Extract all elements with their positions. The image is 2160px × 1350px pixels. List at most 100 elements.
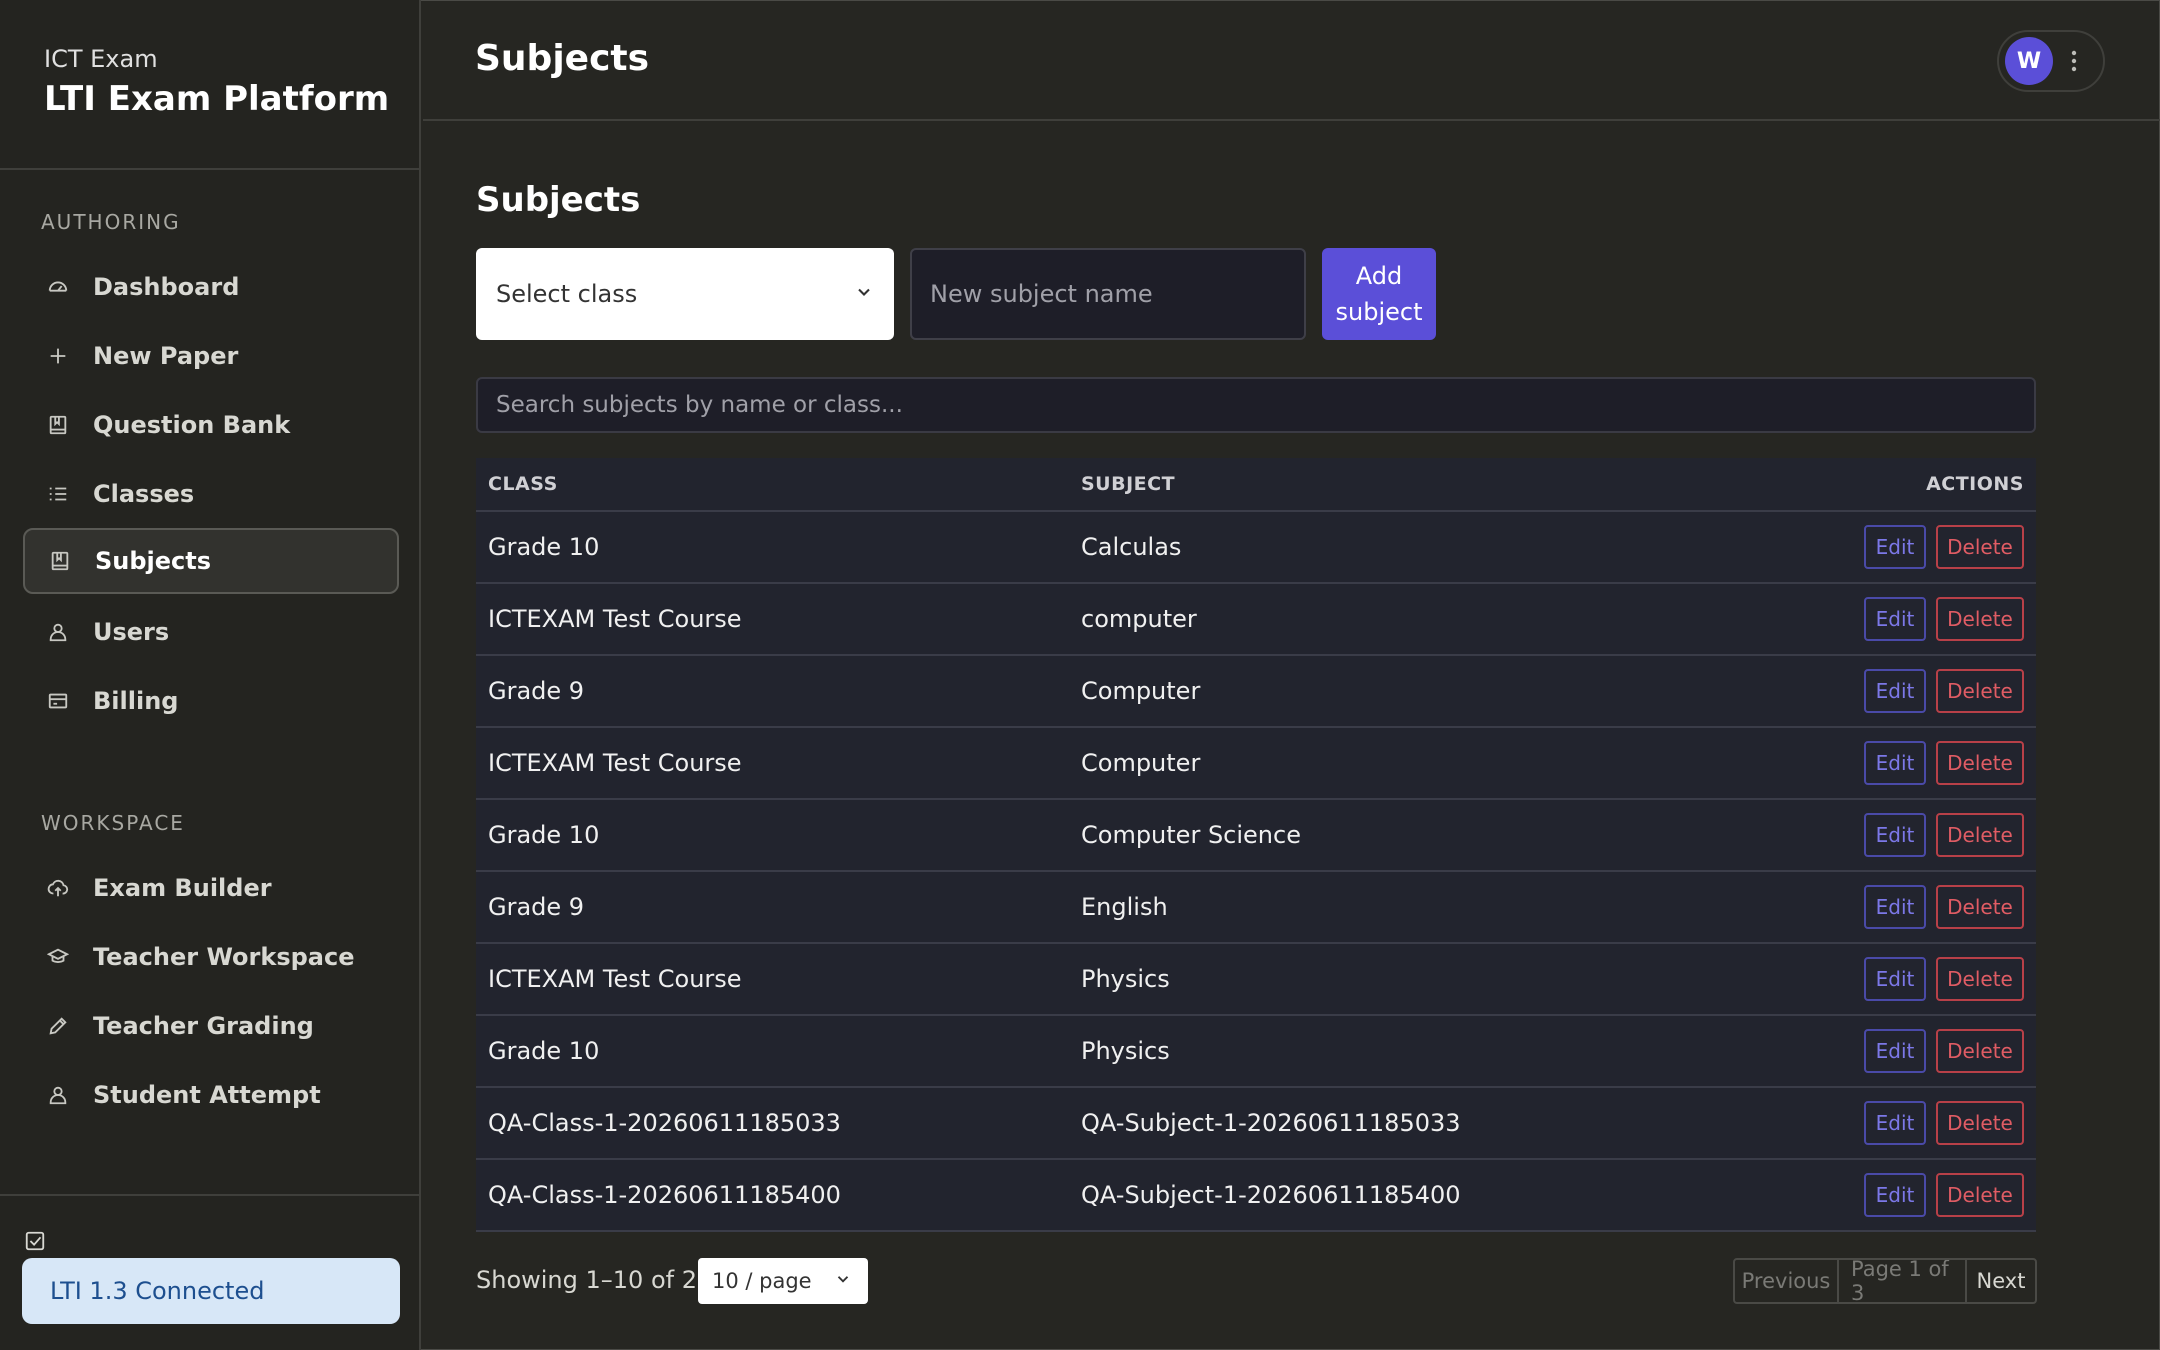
book-icon: [47, 414, 69, 436]
user-menu[interactable]: W: [1997, 30, 2105, 92]
sidebar-item-classes[interactable]: Classes: [23, 461, 399, 527]
more-vertical-icon[interactable]: [2063, 46, 2085, 76]
delete-button[interactable]: Delete: [1936, 957, 2024, 1001]
sidebar-item-exam-builder[interactable]: Exam Builder: [23, 855, 399, 921]
cell-actions: Edit Delete: [1864, 872, 2024, 942]
delete-button[interactable]: Delete: [1936, 1101, 2024, 1145]
delete-button[interactable]: Delete: [1936, 669, 2024, 713]
class-select[interactable]: Select class: [476, 248, 894, 340]
cell-class: QA-Class-1-20260611185400: [488, 1181, 841, 1209]
cell-subject: Physics: [1081, 965, 1170, 993]
sidebar-item-label: New Paper: [93, 342, 239, 370]
table-row: ICTEXAM Test Course computer Edit Delete: [476, 584, 2036, 656]
top-header: Subjects W: [423, 0, 2160, 121]
cell-subject: Computer: [1081, 677, 1201, 705]
page-size-select[interactable]: 10 / page: [698, 1258, 868, 1304]
sidebar-item-dashboard[interactable]: Dashboard: [23, 254, 399, 320]
cell-class: Grade 10: [488, 1037, 600, 1065]
edit-button[interactable]: Edit: [1864, 597, 1926, 641]
edit-button[interactable]: Edit: [1864, 525, 1926, 569]
table-row: QA-Class-1-20260611185033 QA-Subject-1-20…: [476, 1088, 2036, 1160]
cell-actions: Edit Delete: [1864, 584, 2024, 654]
delete-button[interactable]: Delete: [1936, 525, 2024, 569]
plus-icon: [47, 345, 69, 367]
sidebar-item-label: Classes: [93, 480, 195, 508]
sidebar-item-teacher-workspace[interactable]: Teacher Workspace: [23, 924, 399, 990]
delete-button[interactable]: Delete: [1936, 1173, 2024, 1217]
page-indicator: Page 1 of 3: [1839, 1260, 1967, 1302]
sidebar-item-label: Exam Builder: [93, 874, 272, 902]
section-label-authoring: AUTHORING: [41, 210, 181, 234]
next-page-button[interactable]: Next: [1967, 1260, 2035, 1302]
table-row: ICTEXAM Test Course Computer Edit Delete: [476, 728, 2036, 800]
pencil-icon: [47, 1015, 69, 1037]
column-header-class[interactable]: CLASS: [488, 473, 558, 495]
avatar[interactable]: W: [2005, 37, 2053, 85]
delete-button[interactable]: Delete: [1936, 885, 2024, 929]
delete-button[interactable]: Delete: [1936, 597, 2024, 641]
new-subject-input[interactable]: [910, 248, 1306, 340]
page-size-value: 10 / page: [712, 1269, 812, 1293]
sidebar-item-users[interactable]: Users: [23, 599, 399, 665]
cell-actions: Edit Delete: [1864, 1016, 2024, 1086]
edit-button[interactable]: Edit: [1864, 1101, 1926, 1145]
sidebar-item-label: Billing: [93, 687, 179, 715]
cell-subject: English: [1081, 893, 1168, 921]
delete-button[interactable]: Delete: [1936, 813, 2024, 857]
book-icon: [49, 550, 71, 572]
edit-button[interactable]: Edit: [1864, 885, 1926, 929]
column-header-subject[interactable]: SUBJECT: [1081, 473, 1175, 495]
sidebar-item-teacher-grading[interactable]: Teacher Grading: [23, 993, 399, 1059]
brand-title: LTI Exam Platform: [44, 79, 390, 119]
cell-class: QA-Class-1-20260611185033: [488, 1109, 841, 1137]
cell-actions: Edit Delete: [1864, 728, 2024, 798]
edit-button[interactable]: Edit: [1864, 813, 1926, 857]
page-title: Subjects: [475, 38, 650, 79]
table-row: Grade 9 English Edit Delete: [476, 872, 2036, 944]
table-row: Grade 10 Calculas Edit Delete: [476, 512, 2036, 584]
edit-button[interactable]: Edit: [1864, 669, 1926, 713]
sidebar-item-question-bank[interactable]: Question Bank: [23, 392, 399, 458]
sidebar-item-new-paper[interactable]: New Paper: [23, 323, 399, 389]
checkbox-icon: [24, 1230, 46, 1252]
sidebar-item-label: Subjects: [95, 547, 212, 575]
previous-page-button[interactable]: Previous: [1735, 1260, 1839, 1302]
gauge-icon: [47, 276, 69, 298]
sidebar-item-subjects[interactable]: Subjects: [23, 528, 399, 594]
cell-class: ICTEXAM Test Course: [488, 749, 742, 777]
sidebar-item-student-attempt[interactable]: Student Attempt: [23, 1062, 399, 1128]
cell-class: Grade 10: [488, 533, 600, 561]
edit-button[interactable]: Edit: [1864, 1029, 1926, 1073]
edit-button[interactable]: Edit: [1864, 741, 1926, 785]
section-title: Subjects: [476, 180, 641, 220]
cell-actions: Edit Delete: [1864, 944, 2024, 1014]
table-row: Grade 10 Computer Science Edit Delete: [476, 800, 2036, 872]
cell-subject: Computer Science: [1081, 821, 1301, 849]
delete-button[interactable]: Delete: [1936, 741, 2024, 785]
edit-button[interactable]: Edit: [1864, 1173, 1926, 1217]
sidebar-item-label: Dashboard: [93, 273, 240, 301]
sidebar-item-label: Question Bank: [93, 411, 291, 439]
cell-subject: Calculas: [1081, 533, 1182, 561]
add-subject-button[interactable]: Add subject: [1322, 248, 1436, 340]
pagination-summary: Showing 1–10 of 21: [476, 1266, 713, 1294]
cell-class: Grade 9: [488, 677, 585, 705]
cell-actions: Edit Delete: [1864, 1088, 2024, 1158]
chevron-down-icon: [854, 280, 874, 308]
brand: ICT Exam LTI Exam Platform: [44, 44, 389, 122]
delete-button[interactable]: Delete: [1936, 1029, 2024, 1073]
cell-actions: Edit Delete: [1864, 512, 2024, 582]
cell-class: ICTEXAM Test Course: [488, 965, 742, 993]
cell-actions: Edit Delete: [1864, 656, 2024, 726]
sidebar: ICT Exam LTI Exam Platform AUTHORING Das…: [0, 0, 421, 1350]
search-input[interactable]: [476, 377, 2036, 433]
cell-class: Grade 10: [488, 821, 600, 849]
table-row: Grade 10 Physics Edit Delete: [476, 1016, 2036, 1088]
sidebar-item-label: Teacher Grading: [93, 1012, 314, 1040]
cloud-upload-icon: [47, 877, 69, 899]
cell-subject: Computer: [1081, 749, 1201, 777]
user-icon: [47, 621, 69, 643]
sidebar-item-billing[interactable]: Billing: [23, 668, 399, 734]
cell-actions: Edit Delete: [1864, 800, 2024, 870]
edit-button[interactable]: Edit: [1864, 957, 1926, 1001]
